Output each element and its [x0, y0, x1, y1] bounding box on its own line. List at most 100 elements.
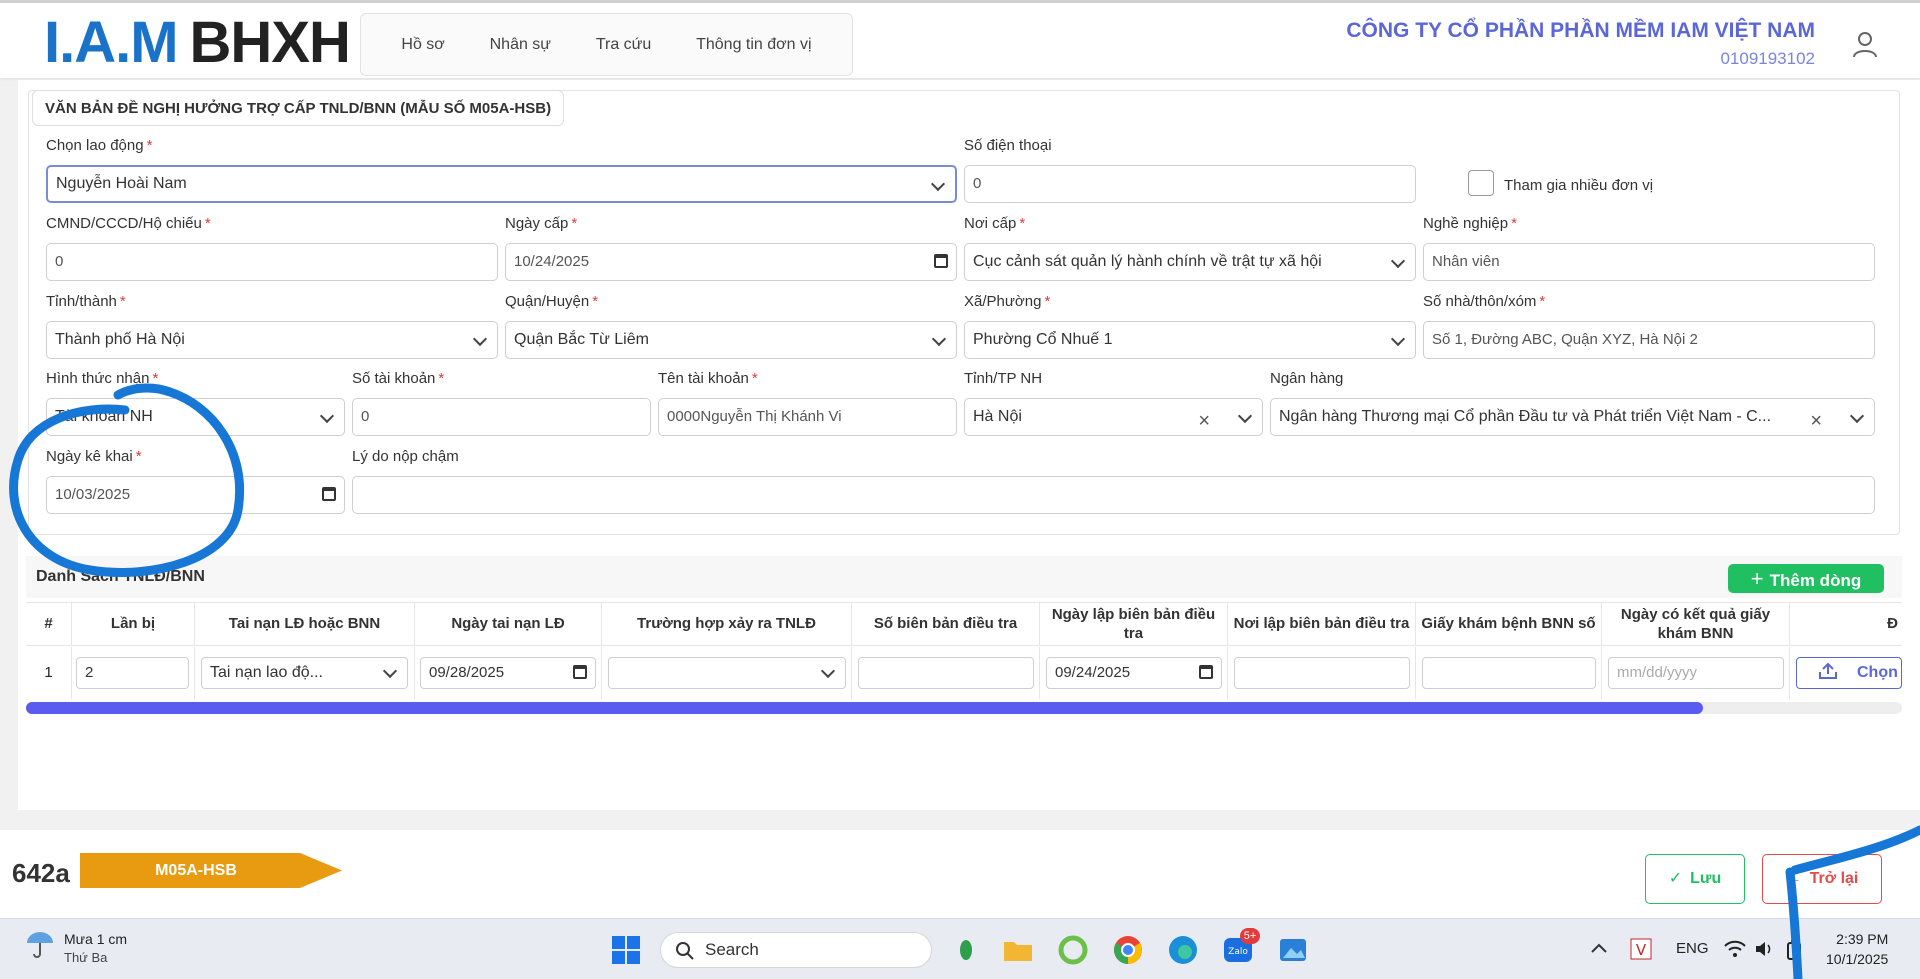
- user-icon[interactable]: [1850, 29, 1880, 59]
- ward-select[interactable]: Phường Cổ Nhuế 1: [964, 321, 1416, 359]
- multi-unit-label: Tham gia nhiều đơn vị: [1504, 177, 1654, 194]
- column-header: Số biên bản điều tra: [852, 602, 1040, 646]
- issue-date-input[interactable]: 10/24/2025: [505, 243, 957, 281]
- issue-place-select[interactable]: Cục cảnh sát quản lý hành chính về trật …: [964, 243, 1416, 281]
- case-select[interactable]: [608, 657, 846, 689]
- svg-text:Zalo: Zalo: [1228, 947, 1248, 957]
- required-mark: *: [204, 215, 211, 232]
- column-header: #: [26, 602, 72, 646]
- weather-day: Thứ Ba: [64, 950, 108, 965]
- bank-label: Ngân hàng: [1270, 370, 1344, 387]
- receive-method-select[interactable]: Tài khoản NH: [46, 398, 345, 436]
- required-mark: *: [119, 293, 126, 310]
- app-icon[interactable]: [950, 934, 982, 966]
- bank-province-select[interactable]: Hà Nội ×: [964, 398, 1263, 436]
- upload-button[interactable]: Chọn: [1796, 657, 1902, 689]
- calendar-icon[interactable]: [934, 254, 948, 268]
- account-no-label-text: Số tài khoản: [352, 370, 436, 387]
- issue-date-label-text: Ngày cấp: [505, 215, 569, 232]
- nav-item-ho-so[interactable]: Hồ sơ: [401, 36, 444, 54]
- bank-province-label: Tỉnh/TP NH: [964, 370, 1043, 387]
- wifi-icon[interactable]: [1724, 940, 1746, 958]
- app-window: I.A.M BHXH Hồ sơ Nhân sự Tra cứu Thông ti…: [0, 0, 1920, 918]
- required-mark: *: [1044, 293, 1051, 310]
- report-place-input[interactable]: [1234, 657, 1410, 689]
- accident-type-select[interactable]: Tai nạn lao độ...: [201, 657, 408, 689]
- add-row-label: Thêm dòng: [1769, 571, 1862, 590]
- address-input[interactable]: Số 1, Đường ABC, Quận XYZ, Hà Nội 2: [1423, 321, 1875, 359]
- form-code-label: M05A-HSB: [155, 862, 237, 879]
- folder-icon[interactable]: [1002, 934, 1034, 966]
- ward-label-text: Xã/Phường: [964, 293, 1042, 310]
- logo[interactable]: I.A.M BHXH: [44, 14, 351, 72]
- battery-icon[interactable]: [1786, 940, 1802, 960]
- id-input[interactable]: 0: [46, 243, 498, 281]
- chrome-icon[interactable]: [1112, 934, 1144, 966]
- employee-select[interactable]: Nguyễn Hoài Nam: [46, 165, 957, 203]
- chevron-down-icon: [1390, 331, 1406, 347]
- upload-icon: [1819, 662, 1837, 679]
- add-row-button[interactable]: + Thêm dòng: [1728, 564, 1884, 593]
- clock-date: 10/1/2025: [1826, 951, 1889, 967]
- report-date-input[interactable]: 09/24/2025: [1046, 657, 1222, 689]
- nav-item-nhan-su[interactable]: Nhân sự: [490, 36, 551, 54]
- volume-icon[interactable]: [1754, 940, 1774, 958]
- id-label: CMND/CCCD/Hộ chiếu *: [46, 215, 211, 232]
- exam-date-input[interactable]: mm/dd/yyyy: [1608, 657, 1784, 689]
- back-button[interactable]: ← Trở lại: [1762, 854, 1882, 904]
- district-select[interactable]: Quận Bắc Từ Liêm: [505, 321, 957, 359]
- province-label-text: Tỉnh/thành: [46, 293, 117, 310]
- upload-label: Chọn: [1857, 664, 1898, 681]
- column-header: Nơi lập biên bản điều tra: [1228, 602, 1416, 646]
- account-name-label-text: Tên tài khoản: [658, 370, 749, 387]
- province-select[interactable]: Thành phố Hà Nội: [46, 321, 498, 359]
- issue-place-label: Nơi cấp *: [964, 215, 1025, 232]
- account-no-input[interactable]: 0: [352, 398, 651, 436]
- column-header: Đ: [1790, 602, 1902, 646]
- app-icon[interactable]: [1057, 934, 1089, 966]
- weather-widget[interactable]: Mưa 1 cm Thứ Ba: [24, 928, 127, 965]
- edge-icon[interactable]: [1167, 934, 1199, 966]
- app-tray-icon[interactable]: V: [1630, 938, 1652, 960]
- account-name-input[interactable]: 0000Nguyễn Thị Khánh Vi: [658, 398, 957, 436]
- save-button[interactable]: ✓ Lưu: [1645, 854, 1745, 904]
- accident-type-value: Tai nạn lao độ...: [210, 664, 323, 681]
- report-no-input[interactable]: [858, 657, 1034, 689]
- notification-badge: 5+: [1240, 928, 1260, 944]
- horizontal-scrollbar-thumb[interactable]: [26, 702, 1703, 714]
- province-label: Tỉnh/thành *: [46, 293, 126, 310]
- times-input[interactable]: 2: [76, 657, 189, 689]
- phone-input[interactable]: 0: [964, 165, 1416, 203]
- account-no-label: Số tài khoản *: [352, 370, 444, 387]
- company-tax: 0109193102: [1720, 49, 1815, 68]
- multi-unit-checkbox[interactable]: [1468, 170, 1494, 196]
- chevron-down-icon: [1390, 253, 1406, 269]
- accident-date-input[interactable]: 09/28/2025: [420, 657, 596, 689]
- clock[interactable]: 2:39 PM 10/1/2025: [1826, 929, 1888, 969]
- calendar-icon[interactable]: [1199, 665, 1213, 679]
- receive-method-label-text: Hình thức nhận: [46, 370, 150, 387]
- occupation-input[interactable]: Nhân viên: [1423, 243, 1875, 281]
- bank-select[interactable]: Ngân hàng Thương mại Cổ phần Đầu tư và P…: [1270, 398, 1875, 436]
- plus-icon: +: [1750, 566, 1764, 591]
- clear-icon[interactable]: ×: [1810, 403, 1822, 435]
- photos-icon[interactable]: [1277, 934, 1309, 966]
- exam-no-input[interactable]: [1422, 657, 1596, 689]
- accident-date-value: 09/28/2025: [429, 664, 505, 681]
- id-label-text: CMND/CCCD/Hộ chiếu: [46, 215, 202, 232]
- nav-item-thong-tin-don-vi[interactable]: Thông tin đơn vị: [696, 36, 811, 54]
- late-reason-input[interactable]: [352, 476, 1875, 514]
- search-icon: [676, 942, 694, 960]
- windows-start-icon[interactable]: [610, 934, 642, 966]
- declare-date-input[interactable]: 10/03/2025: [46, 476, 345, 514]
- language-indicator[interactable]: ENG: [1676, 940, 1709, 957]
- nav-item-tra-cuu[interactable]: Tra cứu: [596, 36, 651, 54]
- chevron-down-icon: [1849, 408, 1865, 424]
- form-box: [28, 90, 1900, 535]
- calendar-icon[interactable]: [322, 487, 336, 501]
- calendar-icon[interactable]: [573, 665, 587, 679]
- taskbar-search[interactable]: Search: [660, 932, 932, 968]
- bank-province-value: Hà Nội: [973, 408, 1022, 425]
- clear-icon[interactable]: ×: [1198, 403, 1210, 435]
- chevron-up-icon[interactable]: [1590, 942, 1608, 954]
